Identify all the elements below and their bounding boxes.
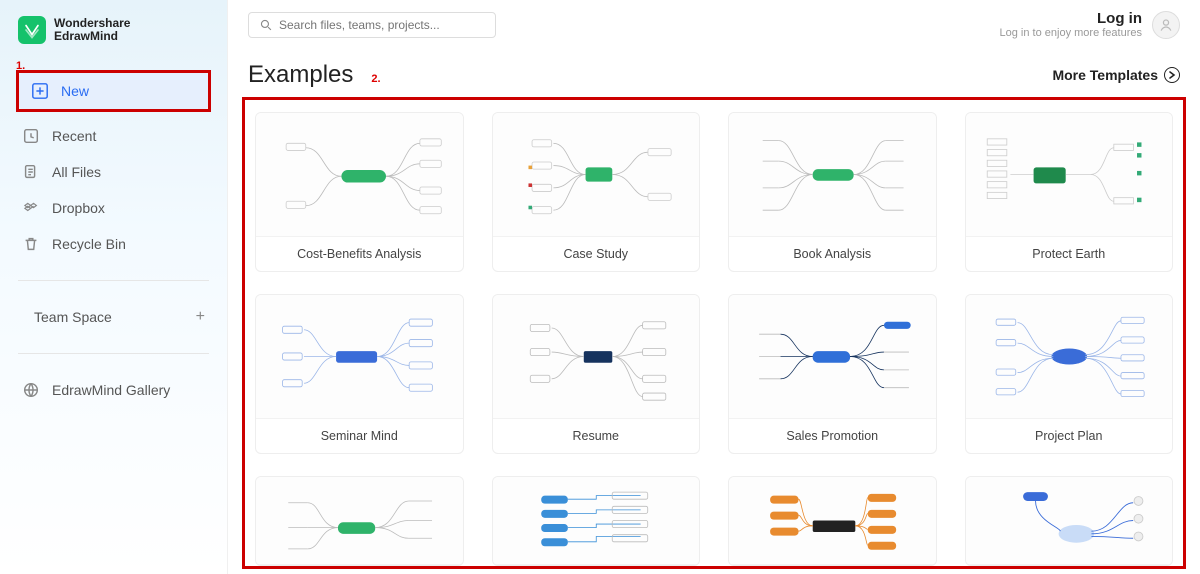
page-title: Examples [248,61,353,89]
template-card[interactable]: Sales Promotion [728,294,937,454]
sidebar-item-label: EdrawMind Gallery [52,382,170,398]
template-card[interactable]: Project Plan [965,294,1174,454]
add-teamspace-button[interactable]: + [196,308,205,326]
template-thumb [493,113,700,237]
template-thumb [256,113,463,237]
template-thumb [966,295,1173,419]
clock-icon [22,127,40,145]
template-thumb [729,295,936,419]
highlight-box-examples: Cost-Benefits Analysis [242,97,1186,569]
dropbox-icon [22,199,40,217]
template-card[interactable]: Protect Earth [965,112,1174,272]
search-icon [259,18,273,32]
sidebar: Wondershare EdrawMind 1. New Recent [0,0,228,574]
template-card[interactable] [492,476,701,566]
sidebar-item-allfiles[interactable]: All Files [10,154,217,190]
sidebar-item-dropbox[interactable]: Dropbox [10,190,217,226]
template-card[interactable] [965,476,1174,566]
search-input[interactable] [279,18,485,32]
top-bar: Log in Log in to enjoy more features [228,0,1200,43]
template-thumb [493,477,700,565]
plus-square-icon [31,82,49,100]
login-block: Log in Log in to enjoy more features [1000,10,1180,39]
annotation-2: 2. [371,73,380,85]
search-box[interactable] [248,12,496,38]
more-templates-label: More Templates [1052,67,1158,83]
sidebar-item-teamspace[interactable]: Team Space + [10,299,217,335]
sidebar-item-label: Recent [52,128,96,144]
examples-header: Examples 2. More Templates [228,43,1200,97]
trash-icon [22,235,40,253]
templates-grid: Cost-Benefits Analysis [249,108,1179,569]
logo-text: Wondershare EdrawMind [54,17,130,43]
logo-icon [18,16,46,44]
template-title: Resume [493,419,700,453]
arrow-circle-icon [1164,67,1180,83]
template-card[interactable]: Resume [492,294,701,454]
template-title: Case Study [493,237,700,271]
login-subtitle: Log in to enjoy more features [1000,27,1142,39]
sidebar-item-new[interactable]: New [19,73,208,109]
files-icon [22,163,40,181]
template-card[interactable]: Book Analysis [728,112,937,272]
template-title: Book Analysis [729,237,936,271]
sidebar-item-recyclebin[interactable]: Recycle Bin [10,226,217,262]
sidebar-item-recent[interactable]: Recent [10,118,217,154]
template-thumb [966,113,1173,237]
template-thumb [256,295,463,419]
annotation-1: 1. [16,60,25,72]
template-thumb [729,113,936,237]
user-icon [1158,17,1174,33]
template-card[interactable]: Seminar Mind [255,294,464,454]
template-card[interactable]: Cost-Benefits Analysis [255,112,464,272]
template-thumb [493,295,700,419]
template-title: Protect Earth [966,237,1173,271]
avatar[interactable] [1152,11,1180,39]
template-card[interactable] [728,476,937,566]
sidebar-item-label: Recycle Bin [52,236,126,252]
highlight-box-new: New [16,70,211,112]
template-thumb [966,477,1173,565]
template-card[interactable]: Case Study [492,112,701,272]
template-title: Sales Promotion [729,419,936,453]
divider [18,280,209,281]
sidebar-item-label: All Files [52,164,101,180]
sidebar-item-gallery[interactable]: EdrawMind Gallery [10,372,217,408]
template-thumb [729,477,936,565]
main-area: Log in Log in to enjoy more features Exa… [228,0,1200,574]
divider [18,353,209,354]
globe-icon [22,381,40,399]
sidebar-item-label: New [61,83,89,99]
login-button[interactable]: Log in [1000,10,1142,27]
template-title: Cost-Benefits Analysis [256,237,463,271]
template-title: Project Plan [966,419,1173,453]
template-card[interactable] [255,476,464,566]
app-logo: Wondershare EdrawMind [0,12,227,56]
template-title: Seminar Mind [256,419,463,453]
sidebar-item-label: Dropbox [52,200,105,216]
more-templates-link[interactable]: More Templates [1052,67,1180,83]
sidebar-item-label: Team Space [34,309,112,325]
template-thumb [256,477,463,565]
